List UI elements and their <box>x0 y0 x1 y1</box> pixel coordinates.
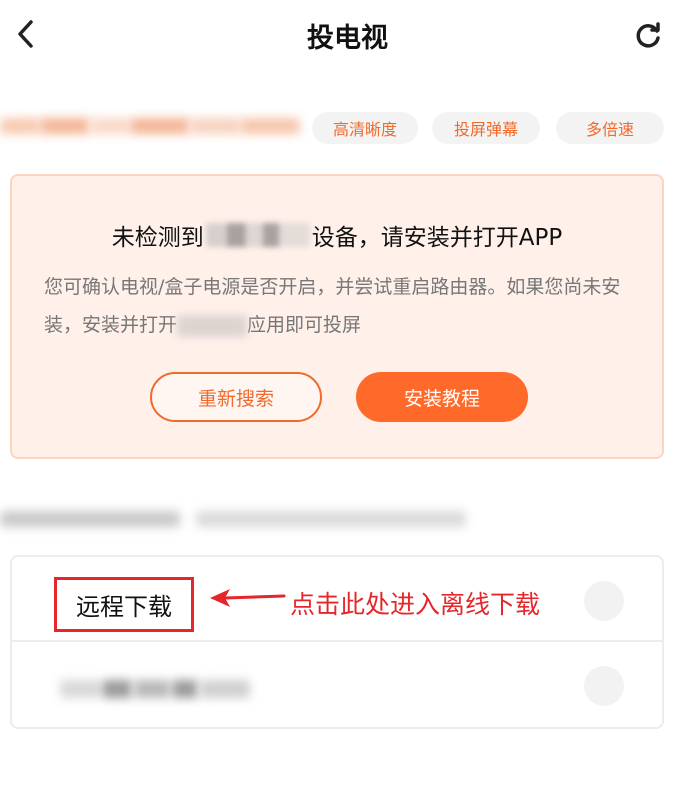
install-prompt-card: 未检测到 设备，请安装并打开APP 您可确认电视/盒子电源是否开启，并尝试重启路由… <box>10 174 664 459</box>
blurred-option-row[interactable] <box>12 644 662 729</box>
tag-hd[interactable]: 高清晰度 <box>312 112 418 144</box>
annotation-text: 点击此处进入离线下载 <box>290 590 541 619</box>
refresh-button[interactable] <box>628 16 668 56</box>
prompt-desc-suffix: 应用即可投屏 <box>247 314 362 336</box>
install-tutorial-button[interactable]: 安装教程 <box>356 372 528 422</box>
page-title: 投电视 <box>307 23 388 54</box>
remote-download-toggle[interactable] <box>584 581 624 621</box>
redacted-app-name <box>205 223 310 247</box>
refresh-icon <box>636 22 660 48</box>
rescan-button[interactable]: 重新搜索 <box>150 372 322 422</box>
prompt-title-suffix: 设备，请安装并打开APP <box>311 225 563 251</box>
top-bar: 投电视 <box>0 0 695 72</box>
tag-danmaku[interactable]: 投屏弹幕 <box>432 112 540 144</box>
arrow-left-icon <box>210 589 286 607</box>
blurred-section-label <box>0 505 470 531</box>
blurred-option-label <box>60 676 250 702</box>
prompt-description: 您可确认电视/盒子电源是否开启，并尝试重启路由器。如果您尚未安装，安装并打开 应用… <box>44 268 644 344</box>
options-list: 远程下载 点击此处进入离线下载 <box>10 555 664 729</box>
redacted-app-name-2 <box>177 314 248 337</box>
prompt-title: 未检测到 设备，请安装并打开APP <box>12 218 662 252</box>
blurred-device-name <box>0 118 300 138</box>
prompt-title-prefix: 未检测到 <box>111 225 204 251</box>
remote-download-row[interactable]: 远程下载 点击此处进入离线下载 <box>12 557 662 642</box>
option-toggle[interactable] <box>584 666 624 706</box>
tag-speed[interactable]: 多倍速 <box>556 112 664 144</box>
remote-download-label: 远程下载 <box>54 577 194 632</box>
